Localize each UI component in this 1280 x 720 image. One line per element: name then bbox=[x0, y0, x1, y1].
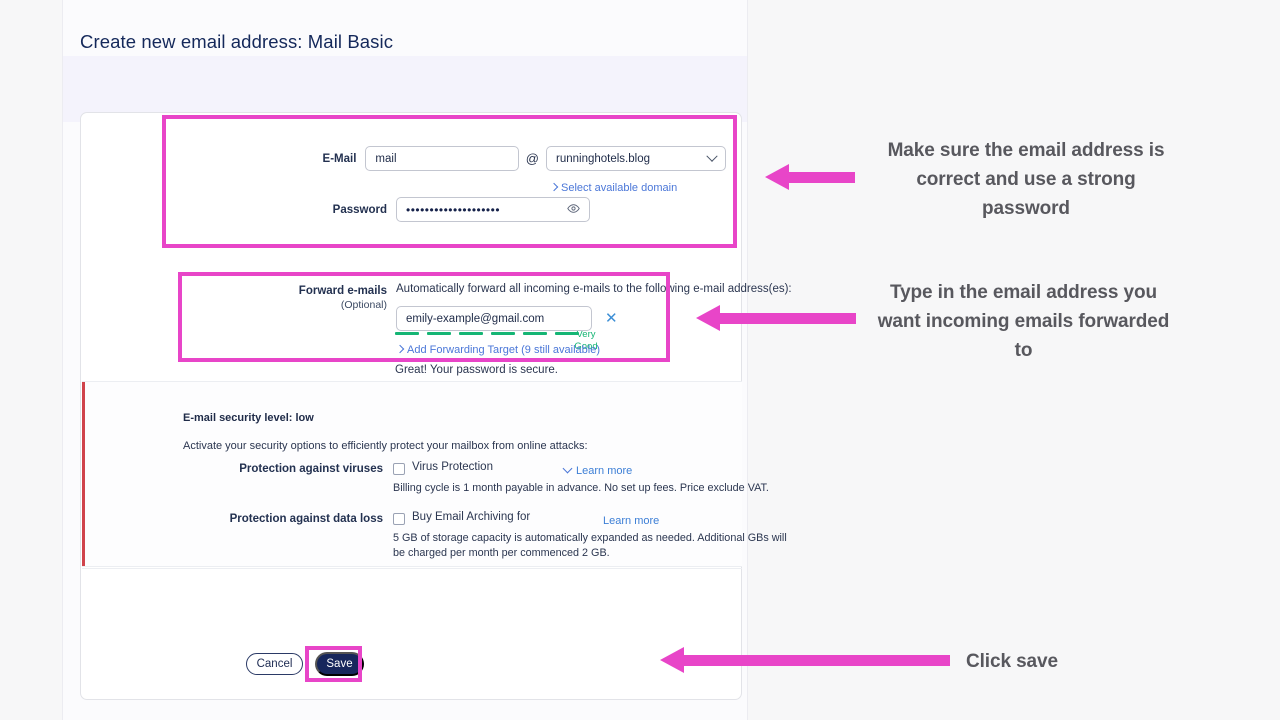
security-subtitle: Activate your security options to effici… bbox=[183, 440, 588, 452]
chevron-right-icon bbox=[549, 182, 559, 192]
virus-protection-checkbox-label: Virus Protection bbox=[412, 461, 493, 473]
domain-select-value: runninghotels.blog bbox=[556, 152, 650, 165]
create-email-card: E-Mail mail @ runninghotels.blog Select … bbox=[80, 112, 792, 700]
forward-address-input[interactable]: emily-example@gmail.com bbox=[396, 306, 592, 331]
security-accent-bar bbox=[82, 382, 85, 566]
password-input-value: •••••••••••••••••••• bbox=[406, 202, 501, 217]
email-archiving-checkbox-label: Buy Email Archiving for bbox=[412, 511, 531, 523]
arrow-head bbox=[696, 305, 720, 331]
page-title: Create new email address: Mail Basic bbox=[80, 31, 394, 52]
arrow-save bbox=[660, 647, 950, 673]
annotation-forwarding: Type in the email address you want incom… bbox=[877, 282, 1170, 361]
domain-select[interactable]: runninghotels.blog bbox=[546, 146, 726, 171]
password-row: Password •••••••••••••••••••• bbox=[256, 197, 636, 222]
arrow-forwarding bbox=[696, 305, 856, 331]
at-symbol: @ bbox=[525, 151, 539, 166]
annotation-credentials: Make sure the email address is correct a… bbox=[887, 140, 1165, 219]
email-archiving-checkbox[interactable] bbox=[393, 513, 405, 525]
virus-protection-learn-more-link[interactable]: Learn more bbox=[562, 461, 632, 479]
close-icon[interactable]: ✕ bbox=[605, 306, 618, 331]
chevron-down-icon bbox=[562, 463, 573, 474]
annotation-save: Click save bbox=[966, 651, 1058, 672]
forward-emails-sublabel: (Optional) bbox=[340, 299, 387, 311]
password-security-note: Great! Your password is secure. bbox=[395, 364, 558, 376]
email-input-value: mail bbox=[375, 152, 397, 165]
email-input[interactable]: mail bbox=[365, 146, 519, 171]
forward-emails-label: Forward e-mails (Optional) bbox=[256, 283, 387, 312]
arrow-shaft bbox=[718, 313, 856, 324]
chevron-right-icon bbox=[395, 344, 405, 354]
arrow-head bbox=[765, 164, 789, 190]
password-input[interactable]: •••••••••••••••••••• bbox=[396, 197, 590, 222]
email-label: E-Mail bbox=[322, 153, 357, 165]
security-level-title: E-mail security level: low bbox=[183, 412, 314, 424]
virus-protection-label: Protection against viruses bbox=[239, 463, 383, 475]
email-row: E-Mail mail @ runninghotels.blog Select … bbox=[256, 146, 726, 196]
security-options-panel: E-mail security level: low Activate your… bbox=[82, 381, 787, 567]
virus-protection-checkbox[interactable] bbox=[393, 463, 405, 475]
chevron-down-icon bbox=[706, 150, 718, 162]
email-archiving-learn-more-link[interactable]: Learn more bbox=[603, 511, 659, 529]
select-available-domain-link[interactable]: Select available domain bbox=[549, 178, 726, 196]
email-archiving-fineprint: 5 GB of storage capacity is automaticall… bbox=[393, 532, 787, 559]
password-label: Password bbox=[332, 204, 387, 216]
virus-protection-fineprint: Billing cycle is 1 month payable in adva… bbox=[393, 482, 769, 494]
arrow-shaft bbox=[682, 655, 950, 666]
forward-address-value: emily-example@gmail.com bbox=[406, 312, 545, 325]
eye-icon[interactable] bbox=[567, 202, 580, 218]
arrow-head bbox=[660, 647, 684, 673]
cancel-button[interactable]: Cancel bbox=[246, 653, 303, 675]
save-button[interactable]: Save bbox=[315, 652, 364, 676]
footer-divider bbox=[82, 568, 742, 569]
arrow-credentials bbox=[765, 164, 855, 190]
add-forwarding-target-link[interactable]: Add Forwarding Target (9 still available… bbox=[395, 340, 792, 358]
arrow-shaft bbox=[787, 172, 855, 183]
data-loss-protection-label: Protection against data loss bbox=[229, 513, 383, 525]
forward-emails-description: Automatically forward all incoming e-mai… bbox=[396, 283, 792, 295]
